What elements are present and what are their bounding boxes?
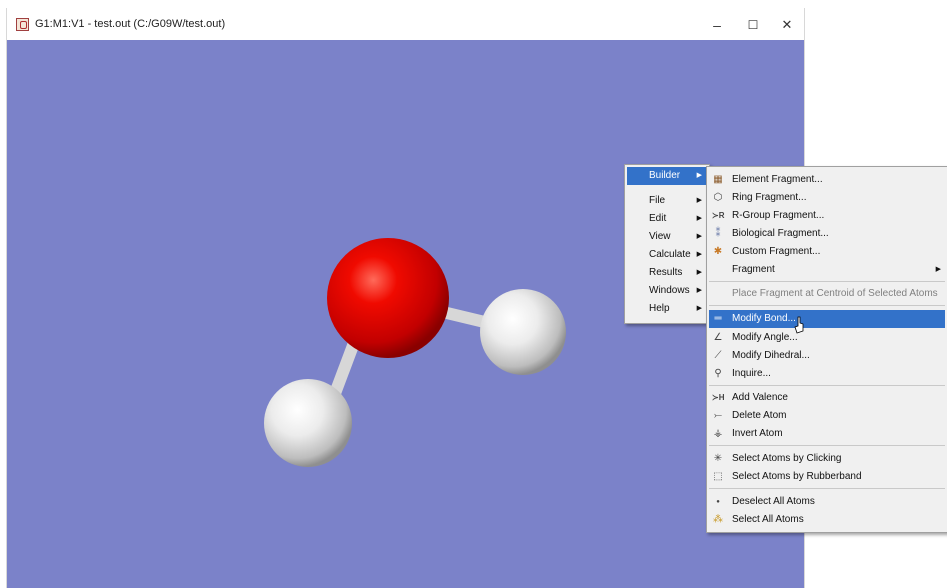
deselect-icon: ● [716, 499, 720, 505]
menu-item-fragment[interactable]: Fragment ▶ [709, 261, 945, 279]
element-fragment-icon: ▦ [713, 174, 723, 185]
menu-item-calculate[interactable]: Calculate ▶ [627, 246, 707, 264]
menu-separator [709, 385, 945, 386]
menu-item-label: Modify Bond... [732, 313, 796, 324]
menu-item-select-by-clicking[interactable]: ✳ Select Atoms by Clicking [709, 450, 945, 468]
dihedral-icon: ⟋ [714, 350, 722, 361]
menu-item-select-all[interactable]: ⁂ Select All Atoms [709, 511, 945, 529]
menu-item-label: File [649, 195, 666, 206]
menu-item-modify-angle[interactable]: ∠ Modify Angle... [709, 329, 945, 347]
submenu-arrow-icon: ▶ [935, 266, 941, 273]
submenu-arrow-icon: ▶ [696, 172, 702, 179]
menu-separator [709, 488, 945, 489]
add-valence-icon: ≻H [712, 393, 725, 402]
menu-item-ring-fragment[interactable]: ⬡ Ring Fragment... [709, 189, 945, 207]
menu-item-label: Select Atoms by Rubberband [732, 471, 862, 482]
menu-item-edit[interactable]: Edit ▶ [627, 210, 707, 228]
menu-item-windows[interactable]: Windows ▶ [627, 282, 707, 300]
submenu-arrow-icon: ▶ [696, 197, 702, 204]
menu-item-label: Delete Atom [732, 410, 787, 421]
r-group-icon: ≻R [712, 211, 725, 220]
menu-item-label: Place Fragment at Centroid of Selected A… [732, 288, 938, 299]
hydrogen-atom-left[interactable] [264, 379, 352, 467]
menu-item-label: Modify Angle... [732, 332, 798, 343]
minimize-button[interactable]: – [703, 14, 731, 36]
context-menu: Builder ▶ File ▶ Edit ▶ View ▶ Calculate ▶ Re… [624, 164, 710, 324]
menu-item-label: Calculate [649, 249, 691, 260]
menu-item-results[interactable]: Results ▶ [627, 264, 707, 282]
menu-item-r-group-fragment[interactable]: ≻R R-Group Fragment... [709, 207, 945, 225]
menu-item-label: Biological Fragment... [732, 228, 829, 239]
submenu-arrow-icon: ▶ [696, 215, 702, 222]
maximize-button[interactable]: ☐ [739, 14, 767, 36]
menu-item-view[interactable]: View ▶ [627, 228, 707, 246]
menu-item-place-fragment-centroid[interactable]: Place Fragment at Centroid of Selected A… [709, 285, 945, 303]
menu-item-label: Add Valence [732, 392, 788, 403]
menu-separator [709, 305, 945, 306]
menu-item-label: Modify Dihedral... [732, 350, 810, 361]
menu-item-custom-fragment[interactable]: ✱ Custom Fragment... [709, 243, 945, 261]
menu-item-delete-atom[interactable]: ⤚ Delete Atom [709, 407, 945, 425]
close-button[interactable]: ✕ [773, 14, 801, 36]
menu-item-label: Inquire... [732, 368, 771, 379]
submenu-arrow-icon: ▶ [696, 269, 702, 276]
menu-item-label: Results [649, 267, 683, 278]
oxygen-atom[interactable] [327, 238, 449, 358]
select-all-icon: ⁂ [713, 514, 723, 525]
menu-item-label: Fragment [732, 264, 775, 275]
menu-item-label: Edit [649, 213, 667, 224]
menu-item-invert-atom[interactable]: ⚶ Invert Atom [709, 425, 945, 443]
angle-icon: ∠ [713, 332, 723, 343]
menu-item-inquire[interactable]: ⚲ Inquire... [709, 365, 945, 383]
menu-item-builder[interactable]: Builder ▶ [627, 167, 707, 185]
menu-item-help[interactable]: Help ▶ [627, 300, 707, 318]
menu-separator [709, 445, 945, 446]
menu-item-label: Custom Fragment... [732, 246, 821, 257]
window-title: G1:M1:V1 - test.out (C:/G09W/test.out) [35, 18, 226, 30]
menu-item-deselect-all[interactable]: ● Deselect All Atoms [709, 493, 945, 511]
menu-item-label: Invert Atom [732, 428, 783, 439]
invert-atom-icon: ⚶ [713, 428, 723, 439]
menu-item-label: Element Fragment... [732, 174, 823, 185]
menu-item-label: Help [649, 303, 670, 314]
submenu-arrow-icon: ▶ [696, 233, 702, 240]
select-rubberband-icon: ⬚ [713, 471, 723, 482]
mouse-pointer-icon [794, 316, 804, 334]
ring-fragment-icon: ⬡ [713, 192, 723, 203]
submenu-arrow-icon: ▶ [696, 251, 702, 258]
menu-item-label: Select Atoms by Clicking [732, 453, 842, 464]
bond-icon: ═ [714, 313, 722, 324]
inquire-icon: ⚲ [714, 368, 722, 379]
menu-item-label: Windows [649, 285, 690, 296]
menu-item-file[interactable]: File ▶ [627, 192, 707, 210]
menu-item-select-by-rubberband[interactable]: ⬚ Select Atoms by Rubberband [709, 468, 945, 486]
title-bar[interactable]: G1:M1:V1 - test.out (C:/G09W/test.out) –… [7, 8, 804, 40]
delete-atom-icon: ⤚ [714, 410, 722, 421]
menu-item-label: Select All Atoms [732, 514, 804, 525]
select-click-icon: ✳ [713, 453, 723, 464]
menu-item-label: Ring Fragment... [732, 192, 807, 203]
menu-item-modify-bond[interactable]: ═ Modify Bond... [709, 310, 945, 328]
menu-item-add-valence[interactable]: ≻H Add Valence [709, 389, 945, 407]
app-icon[interactable] [16, 18, 29, 31]
menu-item-modify-dihedral[interactable]: ⟋ Modify Dihedral... [709, 347, 945, 365]
custom-fragment-icon: ✱ [713, 246, 723, 257]
menu-item-label: View [649, 231, 671, 242]
submenu-arrow-icon: ▶ [696, 305, 702, 312]
menu-item-label: R-Group Fragment... [732, 210, 825, 221]
builder-submenu: ▦ Element Fragment... ⬡ Ring Fragment... ≻… [706, 166, 947, 533]
menu-separator [709, 281, 945, 282]
biological-fragment-icon: ⁑ [715, 228, 721, 239]
menu-item-biological-fragment[interactable]: ⁑ Biological Fragment... [709, 225, 945, 243]
hydrogen-atom-right[interactable] [480, 289, 566, 375]
menu-item-label: Builder [649, 170, 681, 181]
menu-item-label: Deselect All Atoms [732, 496, 815, 507]
submenu-arrow-icon: ▶ [696, 287, 702, 294]
menu-item-element-fragment[interactable]: ▦ Element Fragment... [709, 171, 945, 189]
